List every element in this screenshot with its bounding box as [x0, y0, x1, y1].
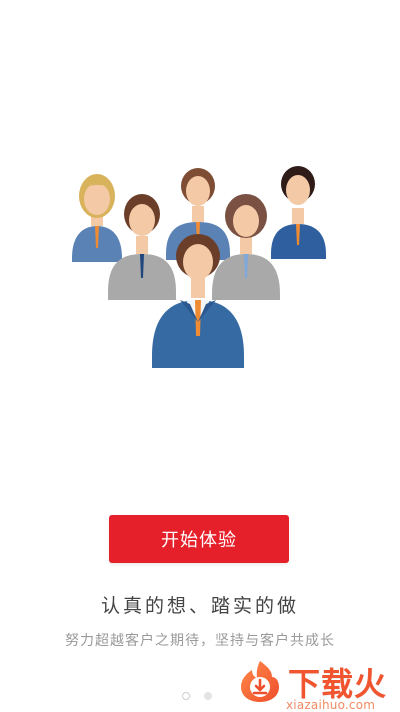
- slogan-text: 认真的想、踏实的做: [100, 595, 299, 617]
- welcome-screen: 开始体验 认真的想、踏实的做 努力超越客户之期待，坚持与客户共成长 下载火 xi…: [0, 0, 400, 712]
- start-experience-button[interactable]: 开始体验: [109, 515, 289, 563]
- page-dot-active[interactable]: [204, 692, 212, 700]
- watermark-logo: 下载火 xiazaihuo.com: [238, 655, 398, 712]
- subtitle-text: 努力超越客户之期待，坚持与客户共成长: [65, 633, 335, 649]
- page-dot-inactive[interactable]: [182, 692, 190, 700]
- cta-area: 开始体验: [109, 515, 289, 563]
- person-front: [152, 234, 244, 368]
- person-back-right: [271, 166, 326, 259]
- team-illustration: [72, 166, 326, 368]
- page-indicator: [182, 688, 226, 704]
- person-back-left: [72, 174, 122, 262]
- download-logo-icon: [241, 661, 279, 702]
